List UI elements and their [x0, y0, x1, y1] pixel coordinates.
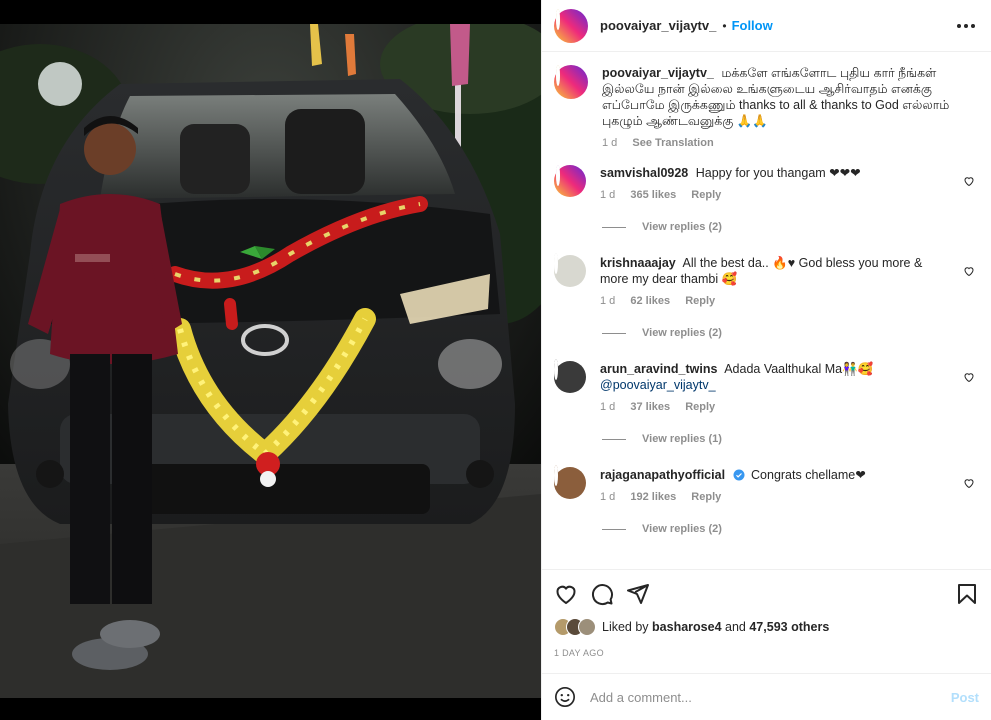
comment-mention-link[interactable]: @poovaiyar_vijaytv_ — [600, 378, 716, 392]
comment-likes[interactable]: 192 likes — [630, 491, 676, 503]
post-actions: Liked by basharose4 and 47,593 others 1 … — [542, 569, 991, 673]
comment-like-heart-icon[interactable] — [963, 265, 975, 277]
follow-button[interactable]: Follow — [732, 18, 773, 33]
post-comment-button[interactable]: Post — [951, 690, 979, 705]
separator-dot: • — [722, 18, 727, 33]
post-side-panel: poovaiyar_vijaytv_ • Follow poovaiyar_vi… — [541, 0, 991, 720]
likes-count[interactable]: 47,593 others — [749, 620, 829, 634]
comment-text: Happy for you thangam ❤❤❤ — [695, 166, 861, 180]
liked-by-prefix: Liked by — [602, 620, 649, 634]
more-options-icon[interactable] — [957, 17, 975, 35]
commenter-username[interactable]: krishnaaajay — [600, 256, 676, 270]
view-replies-label: View replies (1) — [642, 433, 722, 445]
commenter-username[interactable]: arun_aravind_twins — [600, 362, 717, 376]
emoji-icon[interactable] — [554, 686, 576, 708]
comment-text: Congrats chellame❤ — [751, 468, 866, 482]
comment-like-heart-icon[interactable] — [963, 175, 975, 187]
reply-button[interactable]: Reply — [691, 491, 721, 503]
author-avatar[interactable] — [554, 8, 588, 43]
reply-button[interactable]: Reply — [685, 295, 715, 307]
reply-button[interactable]: Reply — [685, 401, 715, 413]
comment-likes[interactable]: 365 likes — [630, 189, 676, 201]
comment-item: rajaganapathyofficial Congrats chellame❤… — [554, 465, 979, 505]
post-caption: poovaiyar_vijaytv_ மக்களே எங்களோட புதிய … — [554, 65, 979, 151]
comment-time: 1 d — [600, 401, 616, 413]
comment-like-heart-icon[interactable] — [963, 371, 975, 383]
comment-time: 1 d — [600, 189, 616, 201]
view-replies-button[interactable]: View replies (2) — [602, 327, 979, 339]
photo-letterbox-top — [0, 0, 541, 24]
caption-username[interactable]: poovaiyar_vijaytv_ — [602, 66, 714, 80]
caption-author-avatar[interactable] — [554, 65, 588, 99]
commenter-avatar[interactable] — [554, 359, 586, 393]
comment-item: krishnaaajay All the best da.. 🔥♥ God bl… — [554, 253, 979, 309]
comment-time: 1 d — [600, 295, 616, 307]
see-translation-button[interactable]: See Translation — [632, 137, 713, 149]
liked-by-user[interactable]: basharose4 — [652, 620, 721, 634]
comment-time: 1 d — [600, 491, 616, 503]
post-photo[interactable] — [0, 24, 541, 698]
view-replies-button[interactable]: View replies (2) — [602, 221, 979, 233]
comment-input[interactable] — [590, 689, 943, 705]
add-comment-bar: Post — [542, 673, 991, 720]
commenter-avatar[interactable] — [554, 253, 586, 287]
post-header: poovaiyar_vijaytv_ • Follow — [542, 0, 991, 52]
post-time-ago: 1 DAY AGO — [554, 648, 604, 658]
view-replies-button[interactable]: View replies (2) — [602, 523, 979, 535]
commenter-username[interactable]: rajaganapathyofficial — [600, 468, 725, 482]
comments-list[interactable]: poovaiyar_vijaytv_ மக்களே எங்களோட புதிய … — [542, 53, 991, 569]
liker-avatars — [554, 618, 596, 636]
comment-text: Adada Vaalthukal Ma👫🥰 — [724, 362, 874, 376]
commenter-avatar[interactable] — [554, 465, 586, 499]
comment-item: arun_aravind_twins Adada Vaalthukal Ma👫🥰… — [554, 359, 979, 415]
heart-icon[interactable] — [554, 582, 578, 606]
comment-like-heart-icon[interactable] — [963, 477, 975, 489]
photo-letterbox-bottom — [0, 698, 541, 720]
comment-likes[interactable]: 62 likes — [630, 295, 670, 307]
likes-summary[interactable]: Liked by basharose4 and 47,593 others — [554, 618, 979, 636]
share-icon[interactable] — [626, 582, 650, 606]
action-icons-row — [554, 570, 979, 618]
commenter-username[interactable]: samvishal0928 — [600, 166, 688, 180]
view-replies-label: View replies (2) — [642, 523, 722, 535]
comment-likes[interactable]: 37 likes — [630, 401, 670, 413]
view-replies-label: View replies (2) — [642, 221, 722, 233]
view-replies-button[interactable]: View replies (1) — [602, 433, 979, 445]
post-photo-panel — [0, 0, 541, 720]
author-username[interactable]: poovaiyar_vijaytv_ — [600, 18, 716, 33]
verified-badge-icon — [733, 469, 745, 481]
caption-time: 1 d — [602, 137, 618, 149]
comment-icon[interactable] — [590, 582, 614, 606]
reply-button[interactable]: Reply — [691, 189, 721, 201]
comment-item: samvishal0928 Happy for you thangam ❤❤❤ … — [554, 165, 979, 203]
view-replies-label: View replies (2) — [642, 327, 722, 339]
commenter-avatar[interactable] — [554, 165, 586, 197]
liked-by-and: and — [725, 620, 746, 634]
bookmark-icon[interactable] — [955, 582, 979, 606]
